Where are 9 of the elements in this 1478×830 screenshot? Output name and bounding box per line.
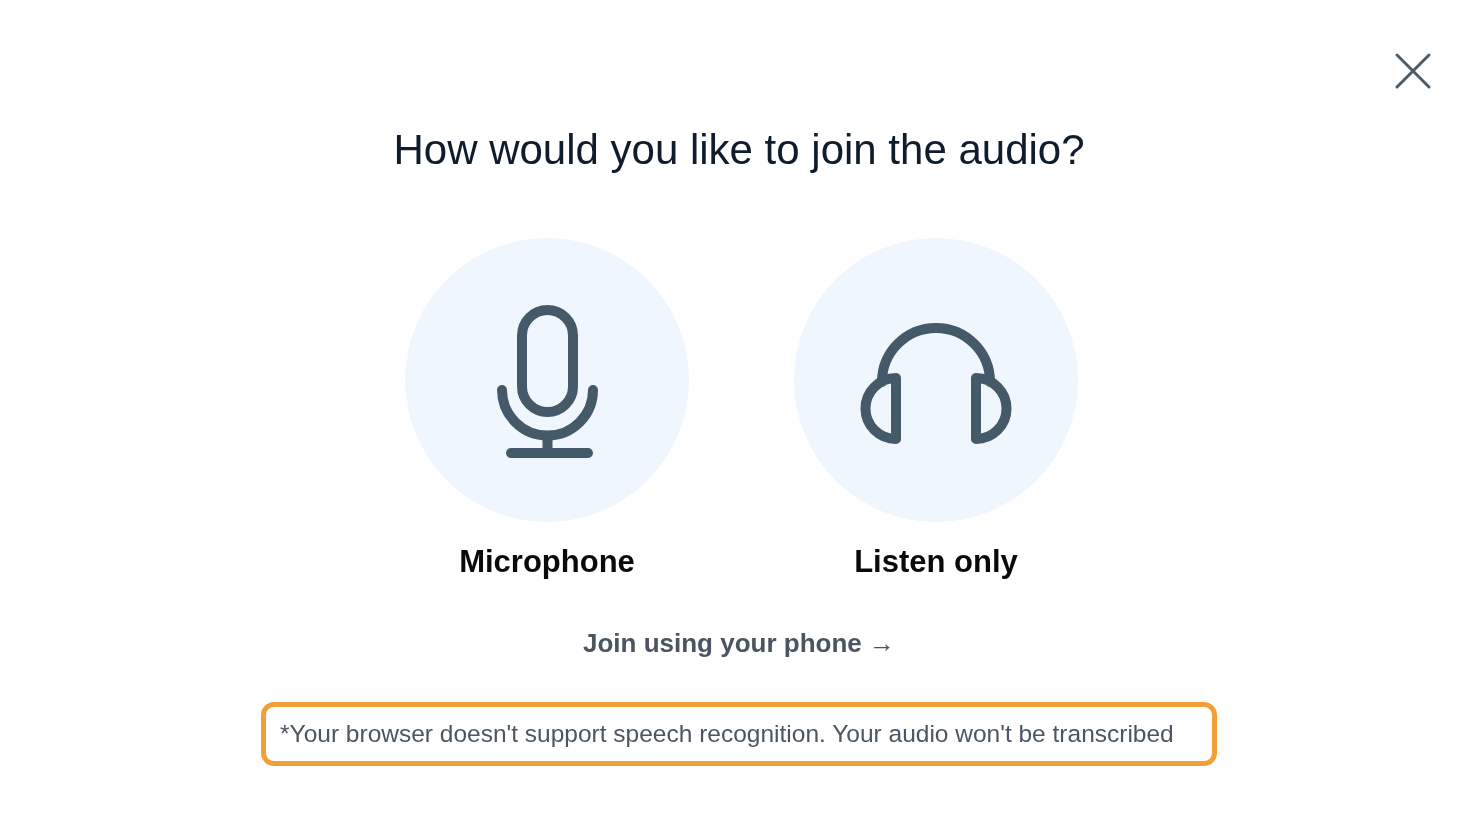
microphone-icon: [405, 238, 689, 522]
join-option-button[interactable]: Microphone: [405, 238, 689, 582]
join-by-phone-link[interactable]: Join using your phone →: [583, 626, 895, 660]
headphones-icon: [794, 238, 1078, 522]
close-button[interactable]: [1394, 52, 1432, 90]
join-option-button[interactable]: Listen only: [794, 238, 1078, 582]
dialog-title: How would you like to join the audio?: [393, 127, 1085, 173]
notice-text: *Your browser doesn't support speech recognition. Your audio won't be transcribed: [280, 719, 1174, 749]
close-icon: [1394, 52, 1432, 90]
